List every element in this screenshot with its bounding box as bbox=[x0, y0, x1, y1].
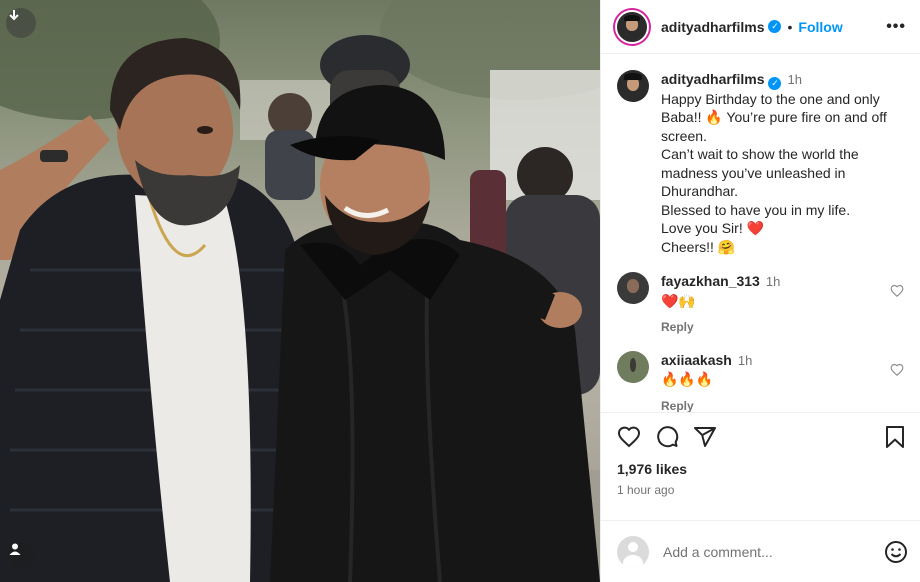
verified-badge-icon: ✓ bbox=[768, 20, 782, 33]
user-tag-icon bbox=[9, 543, 21, 555]
separator-dot: • bbox=[787, 18, 793, 35]
caption-line: Baba!! 🔥 You’re pure fire on and off bbox=[661, 109, 887, 126]
comment-time: 1h bbox=[737, 352, 753, 368]
comment-item: fayazkhan_313 1h ❤️🙌 Reply bbox=[617, 272, 906, 337]
comment-text: ❤️🙌 bbox=[661, 292, 696, 309]
download-icon bbox=[9, 10, 19, 21]
post-photo[interactable] bbox=[0, 0, 600, 582]
likes-count[interactable]: 1,976 likes bbox=[617, 461, 906, 477]
action-icons bbox=[617, 425, 906, 449]
more-options-icon[interactable]: ••• bbox=[886, 18, 906, 36]
caption-line: Love you Sir! ❤️ bbox=[661, 220, 765, 237]
comment-bubble-icon[interactable] bbox=[655, 425, 679, 449]
post-actions: 1,976 likes 1 hour ago bbox=[601, 412, 920, 520]
post-sidebar: adityadharfilms ✓ • Follow ••• adityadha… bbox=[600, 0, 920, 582]
caption-line: screen. bbox=[661, 127, 707, 144]
caption-line: Cheers!! 🤗 bbox=[661, 238, 736, 255]
reply-button[interactable]: Reply bbox=[661, 397, 881, 412]
verified-badge-icon: ✓ bbox=[768, 76, 782, 90]
viewer-avatar bbox=[617, 535, 649, 568]
bookmark-icon[interactable] bbox=[884, 425, 906, 449]
caption-line: Dhurandhar. bbox=[661, 183, 739, 200]
caption-time: 1h bbox=[787, 72, 802, 87]
download-button[interactable] bbox=[6, 8, 36, 38]
author-username[interactable]: adityadharfilms bbox=[661, 19, 764, 35]
caption-line: Happy Birthday to the one and only bbox=[661, 90, 880, 107]
caption: adityadharfilms ✓ 1h Happy Birthday to the… bbox=[617, 70, 906, 256]
caption-line: madness you’ve unleashed in bbox=[661, 164, 846, 181]
comment-item: axiiaakash 1h 🔥🔥🔥 Reply bbox=[617, 350, 906, 412]
post-header: adityadharfilms ✓ • Follow ••• bbox=[601, 0, 920, 54]
caption-line: Can’t wait to show the world the bbox=[661, 146, 859, 163]
author-avatar-small[interactable] bbox=[617, 70, 649, 102]
user-tag-button[interactable] bbox=[8, 542, 34, 568]
caption-line: Blessed to have you in my life. bbox=[661, 201, 851, 218]
post-modal: adityadharfilms ✓ • Follow ••• adityadha… bbox=[0, 0, 920, 582]
comment-time: 1h bbox=[765, 274, 781, 290]
comment-like-icon[interactable] bbox=[890, 363, 904, 377]
post-timestamp[interactable]: 1 hour ago bbox=[617, 483, 906, 497]
comment-text: 🔥🔥🔥 bbox=[661, 371, 714, 388]
commenter-avatar[interactable] bbox=[617, 272, 649, 305]
follow-button[interactable]: Follow bbox=[798, 19, 842, 35]
commenter-username[interactable]: fayazkhan_313 bbox=[661, 273, 760, 289]
author-avatar[interactable] bbox=[615, 9, 649, 44]
commenter-avatar[interactable] bbox=[617, 350, 649, 383]
heart-outline-icon[interactable] bbox=[617, 425, 641, 449]
commenter-username[interactable]: axiiaakash bbox=[661, 352, 732, 368]
add-comment-input[interactable] bbox=[663, 543, 884, 560]
caption-username[interactable]: adityadharfilms bbox=[661, 71, 764, 87]
paper-plane-icon[interactable] bbox=[693, 425, 717, 449]
comment-like-icon[interactable] bbox=[890, 284, 904, 298]
smiley-icon[interactable] bbox=[884, 540, 908, 564]
reply-button[interactable]: Reply bbox=[661, 318, 881, 337]
photo-illustration bbox=[0, 0, 600, 582]
comment-composer bbox=[601, 520, 920, 582]
comments-list[interactable]: adityadharfilms ✓ 1h Happy Birthday to the… bbox=[601, 54, 920, 412]
